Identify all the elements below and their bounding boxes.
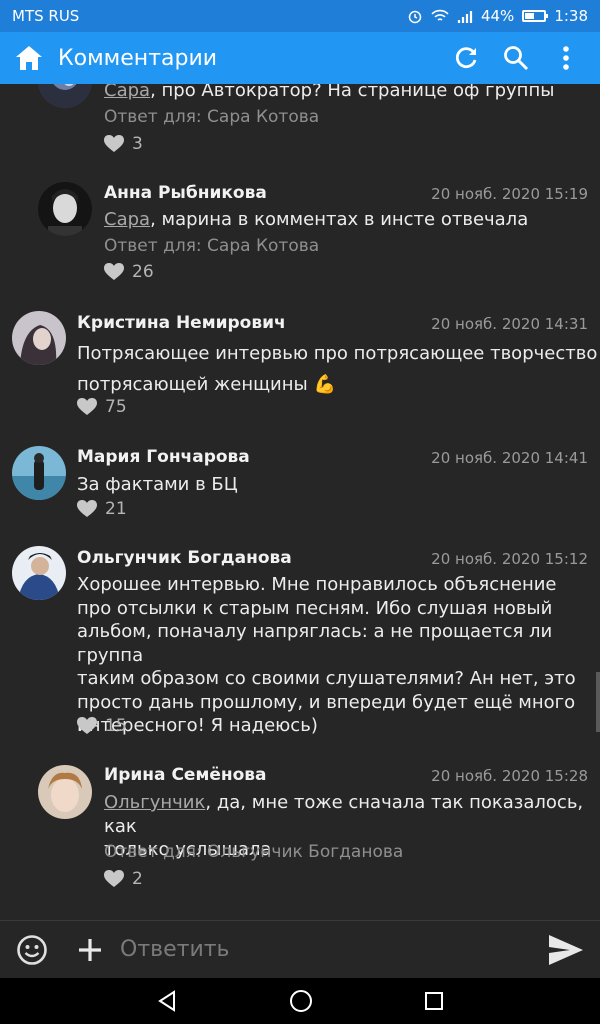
avatar[interactable] bbox=[12, 546, 66, 600]
refresh-button[interactable] bbox=[446, 38, 486, 78]
app-bar: Комментарии bbox=[0, 32, 600, 84]
comment-author[interactable]: Анна Рыбникова bbox=[104, 183, 267, 203]
like-button[interactable]: 15 bbox=[77, 716, 127, 736]
carrier-label: MTS RUS bbox=[12, 7, 80, 25]
signal-icon bbox=[457, 11, 473, 23]
home-nav-icon[interactable] bbox=[289, 989, 313, 1013]
comment-text: За фактами в БЦ bbox=[77, 474, 238, 495]
like-button[interactable]: 75 bbox=[77, 397, 127, 417]
comment-time: 20 нояб. 2020 15:28 bbox=[431, 767, 588, 785]
like-button[interactable]: 21 bbox=[77, 499, 127, 519]
reply-composer bbox=[0, 920, 600, 978]
like-count: 2 bbox=[132, 869, 143, 889]
avatar[interactable] bbox=[12, 311, 66, 365]
like-count: 3 bbox=[132, 134, 143, 154]
refresh-icon bbox=[455, 47, 477, 69]
comment-text: Сара, марина в комментах в инсте отвечал… bbox=[104, 209, 529, 230]
comment-author[interactable]: Ольгунчик Богданова bbox=[77, 548, 292, 568]
search-button[interactable] bbox=[496, 38, 536, 78]
battery-icon bbox=[522, 10, 549, 22]
more-button[interactable] bbox=[546, 38, 586, 78]
heart-icon bbox=[77, 500, 97, 517]
like-count: 26 bbox=[132, 262, 154, 282]
like-button[interactable]: 2 bbox=[104, 869, 143, 889]
heart-icon bbox=[77, 398, 97, 415]
avatar[interactable] bbox=[38, 84, 92, 108]
comment-text: Потрясающее интервью про потрясающее тво… bbox=[77, 343, 598, 395]
comment-author[interactable]: Кристина Немирович bbox=[77, 313, 286, 333]
scrollbar-thumb[interactable] bbox=[596, 672, 600, 732]
comment-author[interactable]: Ирина Семёнова bbox=[104, 765, 267, 785]
reply-input[interactable] bbox=[120, 937, 548, 962]
mention-link[interactable]: Ольгунчик bbox=[104, 792, 205, 813]
home-icon[interactable] bbox=[14, 44, 44, 72]
add-icon[interactable] bbox=[78, 938, 102, 962]
system-nav-bar bbox=[0, 978, 600, 1024]
like-count: 15 bbox=[105, 716, 127, 736]
like-button[interactable]: 26 bbox=[104, 262, 154, 282]
comment-text: Сара, про Автократор? На странице оф гру… bbox=[104, 84, 554, 103]
back-icon[interactable] bbox=[156, 990, 178, 1012]
mention-link[interactable]: Сара bbox=[104, 209, 150, 230]
heart-icon bbox=[77, 717, 97, 734]
comments-feed[interactable]: Сара, про Автократор? На странице оф гру… bbox=[0, 84, 600, 920]
clock: 1:38 bbox=[554, 7, 588, 25]
recents-icon[interactable] bbox=[424, 991, 444, 1011]
avatar[interactable] bbox=[38, 182, 92, 236]
more-vert-icon bbox=[563, 46, 569, 70]
comment-text: Хорошее интервью. Мне понравилось объясн… bbox=[77, 574, 576, 736]
mention-link[interactable]: Сара bbox=[104, 84, 150, 101]
comment-author[interactable]: Мария Гончарова bbox=[77, 447, 250, 467]
like-count: 21 bbox=[105, 499, 127, 519]
heart-icon bbox=[104, 135, 124, 152]
status-bar: MTS RUS 44% 1:38 bbox=[0, 0, 600, 32]
heart-icon bbox=[104, 870, 124, 887]
emoji-icon[interactable] bbox=[16, 934, 48, 966]
page-title: Комментарии bbox=[58, 45, 218, 71]
reply-to-label[interactable]: Ответ для: Сара Котова bbox=[104, 236, 319, 256]
comment-time: 20 нояб. 2020 14:31 bbox=[431, 315, 588, 333]
alarm-icon bbox=[408, 10, 422, 24]
comment-time: 20 нояб. 2020 15:12 bbox=[431, 550, 588, 568]
like-count: 75 bbox=[105, 397, 127, 417]
comment-time: 20 нояб. 2020 15:19 bbox=[431, 185, 588, 203]
heart-icon bbox=[104, 263, 124, 280]
avatar[interactable] bbox=[38, 765, 92, 819]
like-button[interactable]: 3 bbox=[104, 134, 143, 154]
wifi-icon bbox=[431, 9, 449, 21]
send-icon[interactable] bbox=[548, 934, 584, 966]
battery-percent: 44% bbox=[480, 7, 515, 25]
comment-time: 20 нояб. 2020 14:41 bbox=[431, 449, 588, 467]
reply-to-label[interactable]: Ответ для: Сара Котова bbox=[104, 107, 319, 127]
search-icon bbox=[504, 46, 529, 71]
reply-to-label[interactable]: Ответ для: Ольгунчик Богданова bbox=[104, 842, 403, 862]
avatar[interactable] bbox=[12, 446, 66, 500]
